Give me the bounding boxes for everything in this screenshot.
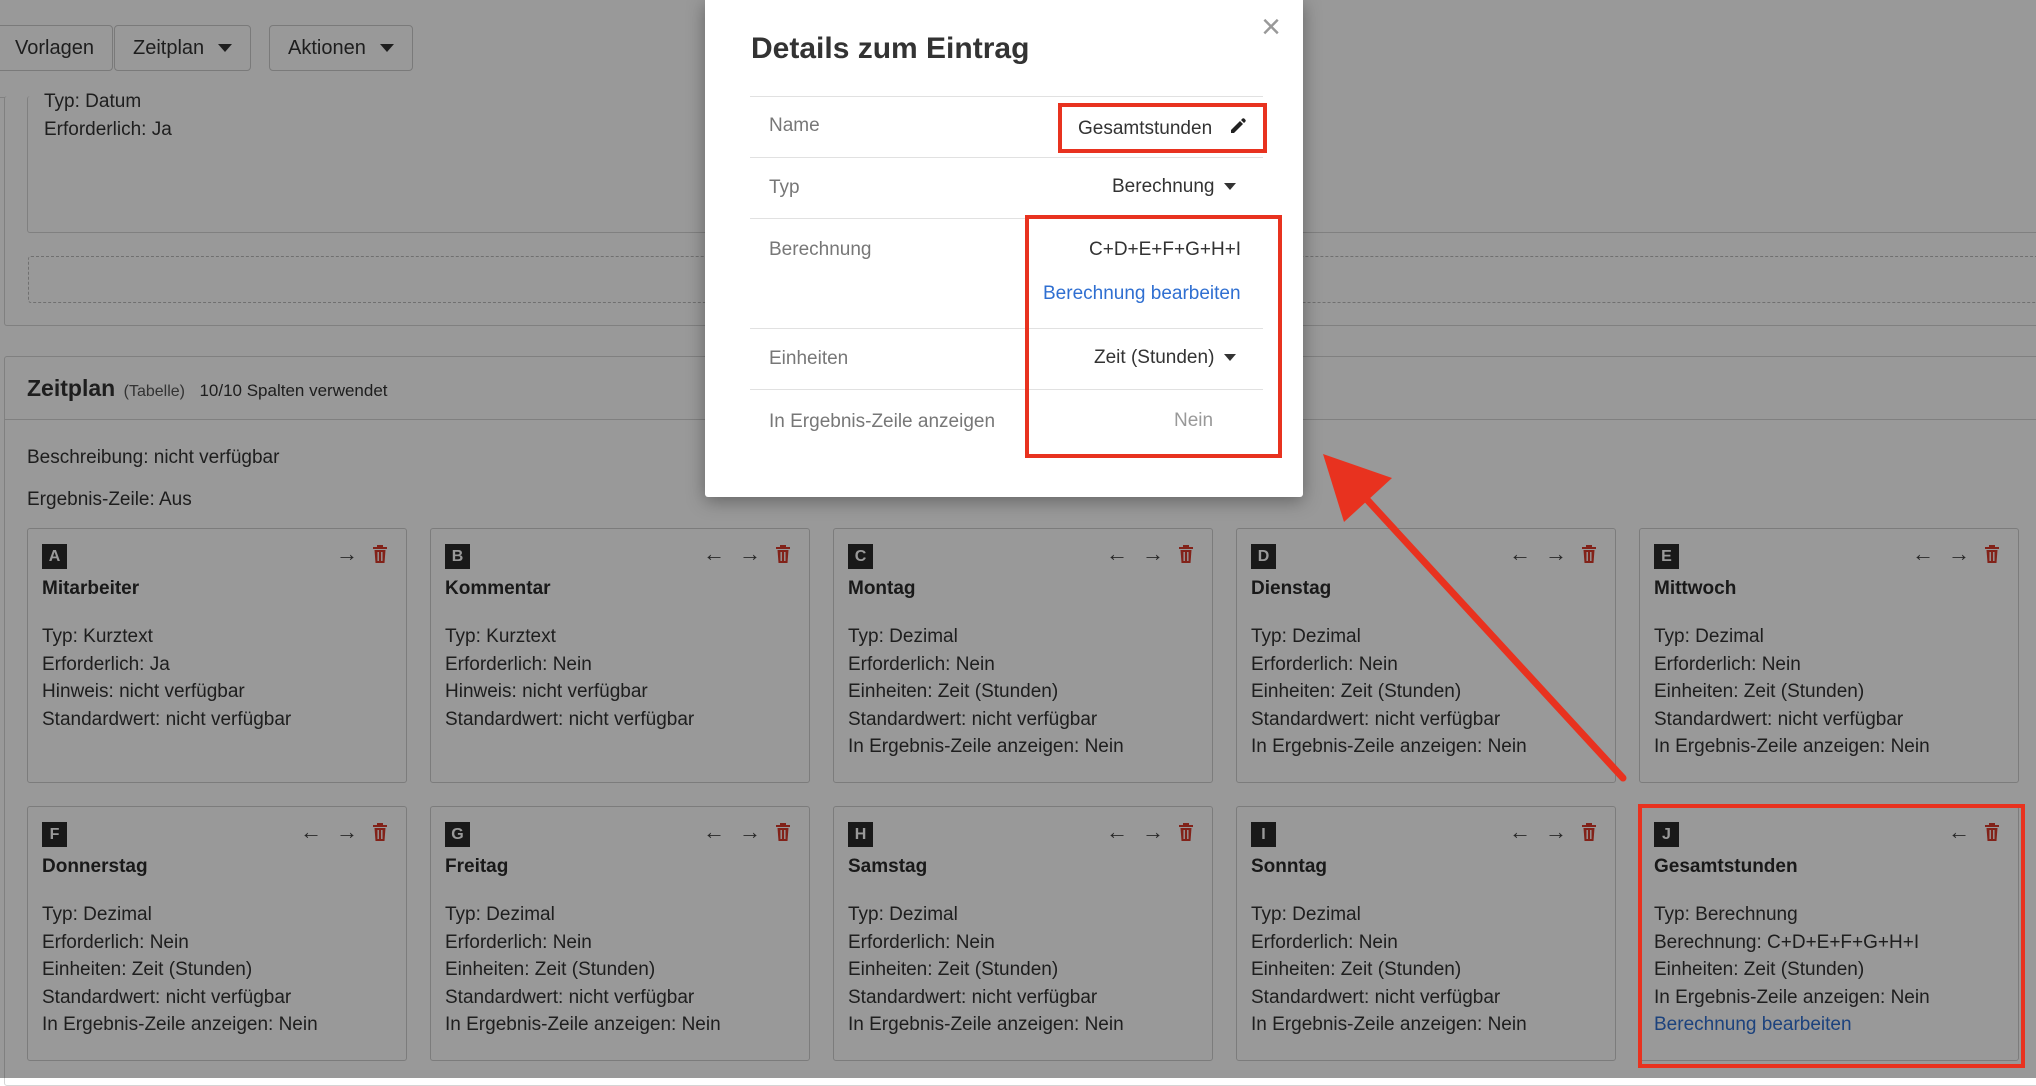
close-icon[interactable]: × [1261, 10, 1281, 44]
einheiten-label: Einheiten [769, 348, 849, 369]
highlight-box-name [1058, 103, 1267, 153]
name-label: Name [769, 115, 820, 136]
highlight-box-calculation [1025, 215, 1282, 458]
row-divider [750, 96, 1263, 97]
annotation-arrow-line [1356, 488, 1627, 782]
caret-down-icon [1224, 183, 1237, 191]
ergebnis-anzeigen-label: In Ergebnis-Zeile anzeigen [769, 411, 996, 432]
typ-value: Berechnung [1112, 176, 1215, 197]
typ-dropdown[interactable]: Berechnung [1112, 176, 1237, 198]
row-divider [750, 157, 1263, 158]
typ-label: Typ [769, 177, 800, 198]
modal-title: Details zum Eintrag [751, 32, 1030, 65]
berechnung-label: Berechnung [769, 239, 872, 260]
